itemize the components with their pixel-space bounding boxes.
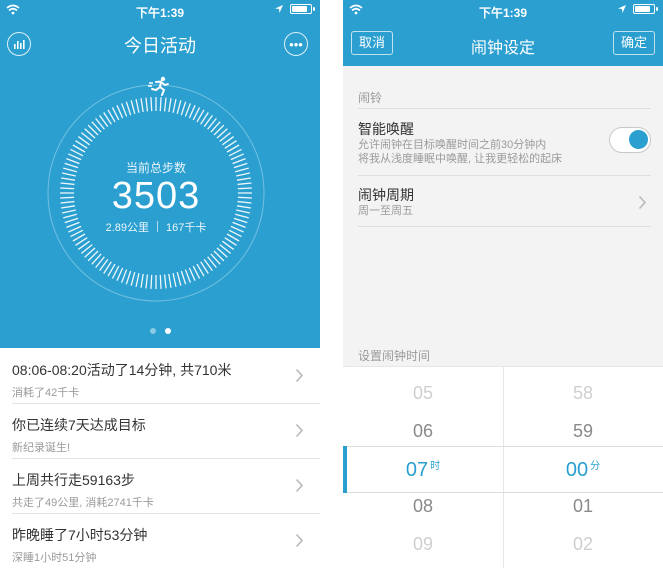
hour-option[interactable]: 09 bbox=[343, 534, 503, 555]
list-item[interactable]: 昨晚睡了7小时53分钟 深睡1小时51分钟 bbox=[0, 513, 320, 568]
status-bar: 下午1:39 bbox=[0, 0, 320, 22]
time-picker[interactable]: 05 06 07 时 08 09 58 59 00 分 01 02 bbox=[343, 366, 663, 568]
location-arrow-icon bbox=[618, 5, 626, 13]
minute-unit: 分 bbox=[590, 461, 601, 472]
chevron-right-icon bbox=[295, 533, 304, 548]
page-dot-1[interactable] bbox=[149, 328, 156, 334]
list-item-subtitle: 新纪录诞生! bbox=[12, 442, 71, 454]
list-item-subtitle: 共走了49公里, 消耗2741千卡 bbox=[12, 497, 154, 509]
hour-unit: 时 bbox=[430, 461, 441, 472]
toggle-knob bbox=[629, 130, 648, 149]
alarm-repeat-title: 闹钟周期 bbox=[358, 187, 414, 203]
list-item-title: 上周共行走59163步 bbox=[12, 472, 135, 488]
screen-gap bbox=[320, 0, 343, 568]
steps-label: 当前总步数 bbox=[125, 161, 186, 175]
chevron-right-icon bbox=[638, 195, 647, 210]
minute-value: 00 bbox=[565, 459, 589, 481]
minute-option[interactable]: 59 bbox=[503, 421, 663, 442]
steps-count: 3503 bbox=[111, 175, 201, 217]
list-item-subtitle: 消耗了42千卡 bbox=[12, 387, 80, 399]
page-title: 今日活动 bbox=[124, 36, 196, 56]
divider bbox=[358, 108, 651, 109]
list-item-title: 08:06-08:20活动了14分钟, 共710米 bbox=[12, 362, 232, 378]
hour-selected[interactable]: 07 时 bbox=[343, 457, 503, 482]
step-summary: 当前总步数 3503 2.89公里 167千卡 bbox=[46, 83, 266, 303]
minute-selected[interactable]: 00 分 bbox=[503, 457, 663, 482]
divider bbox=[157, 221, 159, 232]
alarm-screen: 下午1:39 取消 闹钟设定 确定 闹铃 智能唤醒 允许闹钟在目标唤醒时间之前3… bbox=[343, 0, 663, 568]
calories-value: 167千卡 bbox=[166, 222, 207, 234]
minute-option[interactable]: 01 bbox=[503, 496, 663, 517]
hour-option[interactable]: 05 bbox=[343, 383, 503, 404]
status-time: 下午1:39 bbox=[478, 6, 528, 20]
section-header-time: 设置闹钟时间 bbox=[358, 349, 431, 363]
alarm-header: 下午1:39 取消 闹钟设定 确定 bbox=[343, 0, 663, 66]
list-item[interactable]: 你已连续7天达成目标 新纪录诞生! bbox=[0, 403, 320, 458]
location-arrow-icon bbox=[275, 5, 283, 13]
hour-option[interactable]: 06 bbox=[343, 421, 503, 442]
confirm-button[interactable]: 确定 bbox=[612, 31, 655, 55]
smart-wake-desc-1: 允许闹钟在目标唤醒时间之前30分钟内 bbox=[358, 139, 547, 151]
activity-hero: 下午1:39 今日活动 ••• 当前总步数 3503 2.89公里 167千卡 bbox=[0, 0, 320, 348]
smart-wake-desc-2: 将我从浅度睡眠中唤醒, 让我更轻松的起床 bbox=[358, 153, 563, 165]
list-item-title: 你已连续7天达成目标 bbox=[12, 417, 146, 433]
section-header-alarm: 闹铃 bbox=[358, 91, 383, 105]
minute-option[interactable]: 02 bbox=[503, 534, 663, 555]
list-item[interactable]: 上周共行走59163步 共走了49公里, 消耗2741千卡 bbox=[0, 458, 320, 513]
activity-list: 08:06-08:20活动了14分钟, 共710米 消耗了42千卡 你已连续7天… bbox=[0, 348, 320, 568]
activity-screen: 下午1:39 今日活动 ••• 当前总步数 3503 2.89公里 167千卡 … bbox=[0, 0, 320, 568]
chevron-right-icon bbox=[295, 423, 304, 438]
chevron-right-icon bbox=[295, 478, 304, 493]
distance-value: 2.89公里 bbox=[105, 222, 150, 234]
page-indicator[interactable] bbox=[0, 328, 320, 334]
minute-option[interactable]: 58 bbox=[503, 383, 663, 404]
list-item-title: 昨晚睡了7小时53分钟 bbox=[12, 527, 148, 543]
hour-option[interactable]: 08 bbox=[343, 496, 503, 517]
battery-icon bbox=[633, 4, 658, 14]
status-bar: 下午1:39 bbox=[343, 0, 663, 22]
more-icon: ••• bbox=[289, 36, 303, 52]
more-button[interactable]: ••• bbox=[284, 32, 308, 56]
hour-value: 07 bbox=[405, 459, 429, 481]
battery-icon bbox=[290, 4, 315, 14]
alarm-repeat-value: 周一至周五 bbox=[358, 205, 413, 217]
smart-wake-title: 智能唤醒 bbox=[358, 121, 414, 137]
steps-detail: 2.89公里 167千卡 bbox=[46, 219, 266, 235]
list-item[interactable]: 08:06-08:20活动了14分钟, 共710米 消耗了42千卡 bbox=[0, 348, 320, 403]
smart-wake-toggle[interactable] bbox=[609, 127, 651, 153]
chevron-right-icon bbox=[295, 368, 304, 383]
list-item-subtitle: 深睡1小时51分钟 bbox=[12, 552, 97, 564]
status-time: 下午1:39 bbox=[135, 6, 185, 20]
divider bbox=[358, 226, 651, 227]
page-dot-2[interactable] bbox=[164, 328, 171, 334]
